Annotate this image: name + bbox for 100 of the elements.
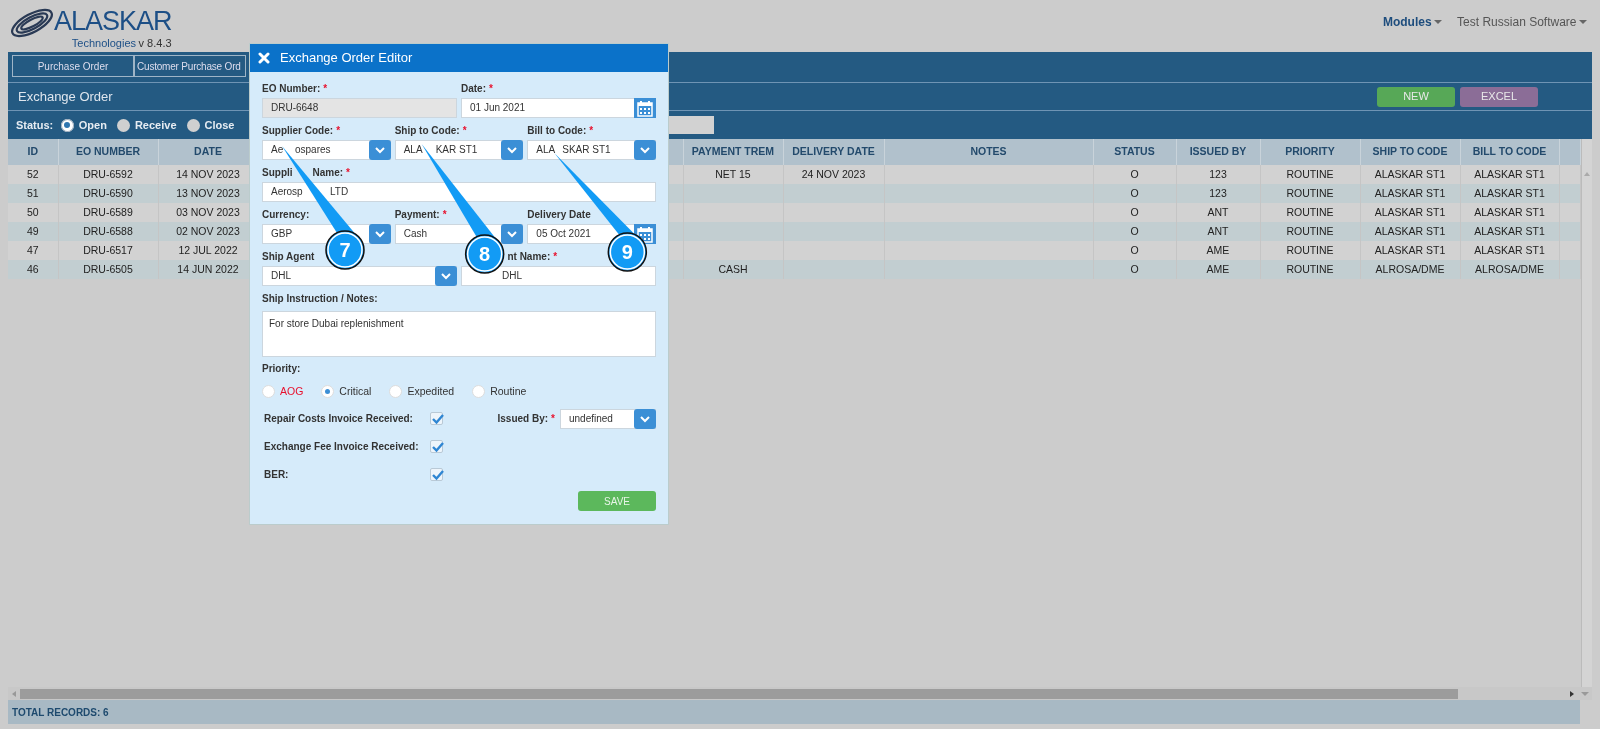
table-cell: ROUTINE xyxy=(1260,203,1360,222)
dropdown[interactable]: ALA SKAR ST1 xyxy=(527,140,656,160)
table-cell: ROUTINE xyxy=(1260,184,1360,203)
radio-label[interactable]: AOG xyxy=(280,384,304,400)
required-mark: * xyxy=(442,208,447,222)
radio-button[interactable] xyxy=(60,118,74,132)
field-label: Bill to Code: xyxy=(527,124,587,138)
table-cell: ALROSA/DME xyxy=(1360,260,1460,279)
radio-button[interactable] xyxy=(321,385,335,399)
field-label: nt Name: xyxy=(507,250,551,264)
column-header[interactable]: ISSUED BY xyxy=(1176,139,1260,165)
checkbox[interactable] xyxy=(430,468,443,482)
field-label: Name: xyxy=(312,166,344,180)
column-header[interactable]: SHIP TO CODE xyxy=(1360,139,1460,165)
column-header[interactable]: NOTES xyxy=(884,139,1093,165)
dialog-title: Exchange Order Editor xyxy=(280,49,413,68)
close-icon[interactable] xyxy=(258,52,270,64)
table-cell: 50 xyxy=(8,203,58,222)
dropdown[interactable]: DHL xyxy=(262,266,457,286)
column-header[interactable]: ID xyxy=(8,139,58,165)
notes-field[interactable]: For store Dubai replenishment xyxy=(262,311,656,357)
input-field[interactable]: DHL xyxy=(461,266,656,286)
column-header[interactable]: STATUS xyxy=(1093,139,1176,165)
required-mark: * xyxy=(589,124,594,138)
dropdown[interactable]: ALA KAR ST1 xyxy=(394,140,524,160)
checkmark-icon xyxy=(431,468,445,482)
column-header[interactable]: PRIORITY xyxy=(1260,139,1360,165)
table-cell: O xyxy=(1093,165,1176,184)
table-cell: 24 NOV 2023 xyxy=(783,165,884,184)
checkmark-icon xyxy=(431,440,445,454)
field-label: Priority: xyxy=(262,362,301,376)
tab[interactable]: Purchase Order xyxy=(12,55,134,77)
checkbox-label: Repair Costs Invoice Received: xyxy=(264,411,414,426)
required-mark: * xyxy=(346,166,350,180)
column-header[interactable]: EO NUMBER xyxy=(58,139,158,165)
table-cell: ANT xyxy=(1176,222,1260,241)
caret-icon xyxy=(1434,20,1443,24)
vertical-scrollbar[interactable] xyxy=(1580,139,1592,687)
radio-button[interactable] xyxy=(262,385,275,399)
dropdown[interactable]: Ae ospares xyxy=(262,140,391,160)
required-mark: * xyxy=(551,411,555,426)
page-title: Exchange Order xyxy=(18,87,113,106)
checkbox-label: Exchange Fee Invoice Received: xyxy=(264,439,420,454)
radio-label[interactable]: Close xyxy=(204,116,235,134)
radio-label[interactable]: Routine xyxy=(490,384,527,400)
table-cell: ALASKAR ST1 xyxy=(1360,184,1460,203)
table-cell: 47 xyxy=(8,241,58,260)
table-cell: O xyxy=(1093,241,1176,260)
radio-button[interactable] xyxy=(472,385,486,399)
table-cell: DRU-6590 xyxy=(58,184,158,203)
table-cell: 46 xyxy=(8,260,58,279)
table-cell: ALASKAR ST1 xyxy=(1460,222,1559,241)
field-label: Supplier Code: xyxy=(262,124,334,138)
column-header[interactable]: BILL TO CODE xyxy=(1460,139,1559,165)
input-field[interactable]: Aerosp LTD xyxy=(262,182,656,202)
filter-label: Status: xyxy=(16,117,54,133)
dropdown[interactable]: undefined xyxy=(560,408,656,429)
column-header[interactable]: DELIVERY DATE xyxy=(783,139,884,165)
checkbox[interactable] xyxy=(430,440,443,454)
column-header[interactable]: PAYMENT TREM xyxy=(683,139,783,165)
checkbox[interactable] xyxy=(430,412,443,426)
radio-label[interactable]: Expedited xyxy=(407,384,455,400)
table-cell: ANT xyxy=(1176,203,1260,222)
radio-button[interactable] xyxy=(116,118,130,132)
field-label: Ship to Code: xyxy=(394,124,460,138)
required-mark: * xyxy=(336,124,341,138)
menu-dropdown[interactable]: Modules xyxy=(1382,13,1443,31)
date-field[interactable]: 01 Jun 2021 xyxy=(461,98,656,118)
table-cell: ALASKAR ST1 xyxy=(1460,241,1559,260)
version-label: v 8.4.3 xyxy=(138,36,172,51)
table-cell: ALASKAR ST1 xyxy=(1360,203,1460,222)
radio-button[interactable] xyxy=(186,118,200,132)
action-button[interactable]: EXCEL xyxy=(1460,86,1538,107)
logo-text: ALASKAR xyxy=(54,8,172,35)
table-cell: ROUTINE xyxy=(1260,165,1360,184)
table-cell: ALASKAR ST1 xyxy=(1460,203,1559,222)
field-label: Currency: xyxy=(262,208,310,222)
table-cell: 123 xyxy=(1176,165,1260,184)
record-count: TOTAL RECORDS: 6 xyxy=(12,705,109,720)
radio-label[interactable]: Open xyxy=(78,116,107,134)
field-label: Ship Instruction / Notes: xyxy=(262,292,378,306)
radio-label[interactable]: Critical xyxy=(339,384,372,400)
field-label: EO Number: xyxy=(262,82,321,96)
menu-dropdown[interactable]: Test Russian Software xyxy=(1457,13,1587,31)
table-cell: DRU-6588 xyxy=(58,222,158,241)
radio-label[interactable]: Receive xyxy=(134,116,177,134)
table-cell: O xyxy=(1093,260,1176,279)
field-label: Ship Agent xyxy=(262,250,315,264)
caret-icon xyxy=(1579,20,1587,24)
checkmark-icon xyxy=(431,412,445,426)
table-cell: ALASKAR ST1 xyxy=(1460,184,1559,203)
tab[interactable]: Customer Purchase Ord xyxy=(134,55,246,77)
radio-button[interactable] xyxy=(389,385,403,399)
horizontal-scrollbar[interactable] xyxy=(8,687,1592,700)
field-label: Issued By: xyxy=(497,411,549,426)
table-cell: ROUTINE xyxy=(1260,241,1360,260)
swoosh-icon xyxy=(8,8,54,38)
scroll-up-arrow-icon xyxy=(1582,171,1591,177)
table-cell: AME xyxy=(1176,241,1260,260)
table-cell: DRU-6505 xyxy=(58,260,158,279)
